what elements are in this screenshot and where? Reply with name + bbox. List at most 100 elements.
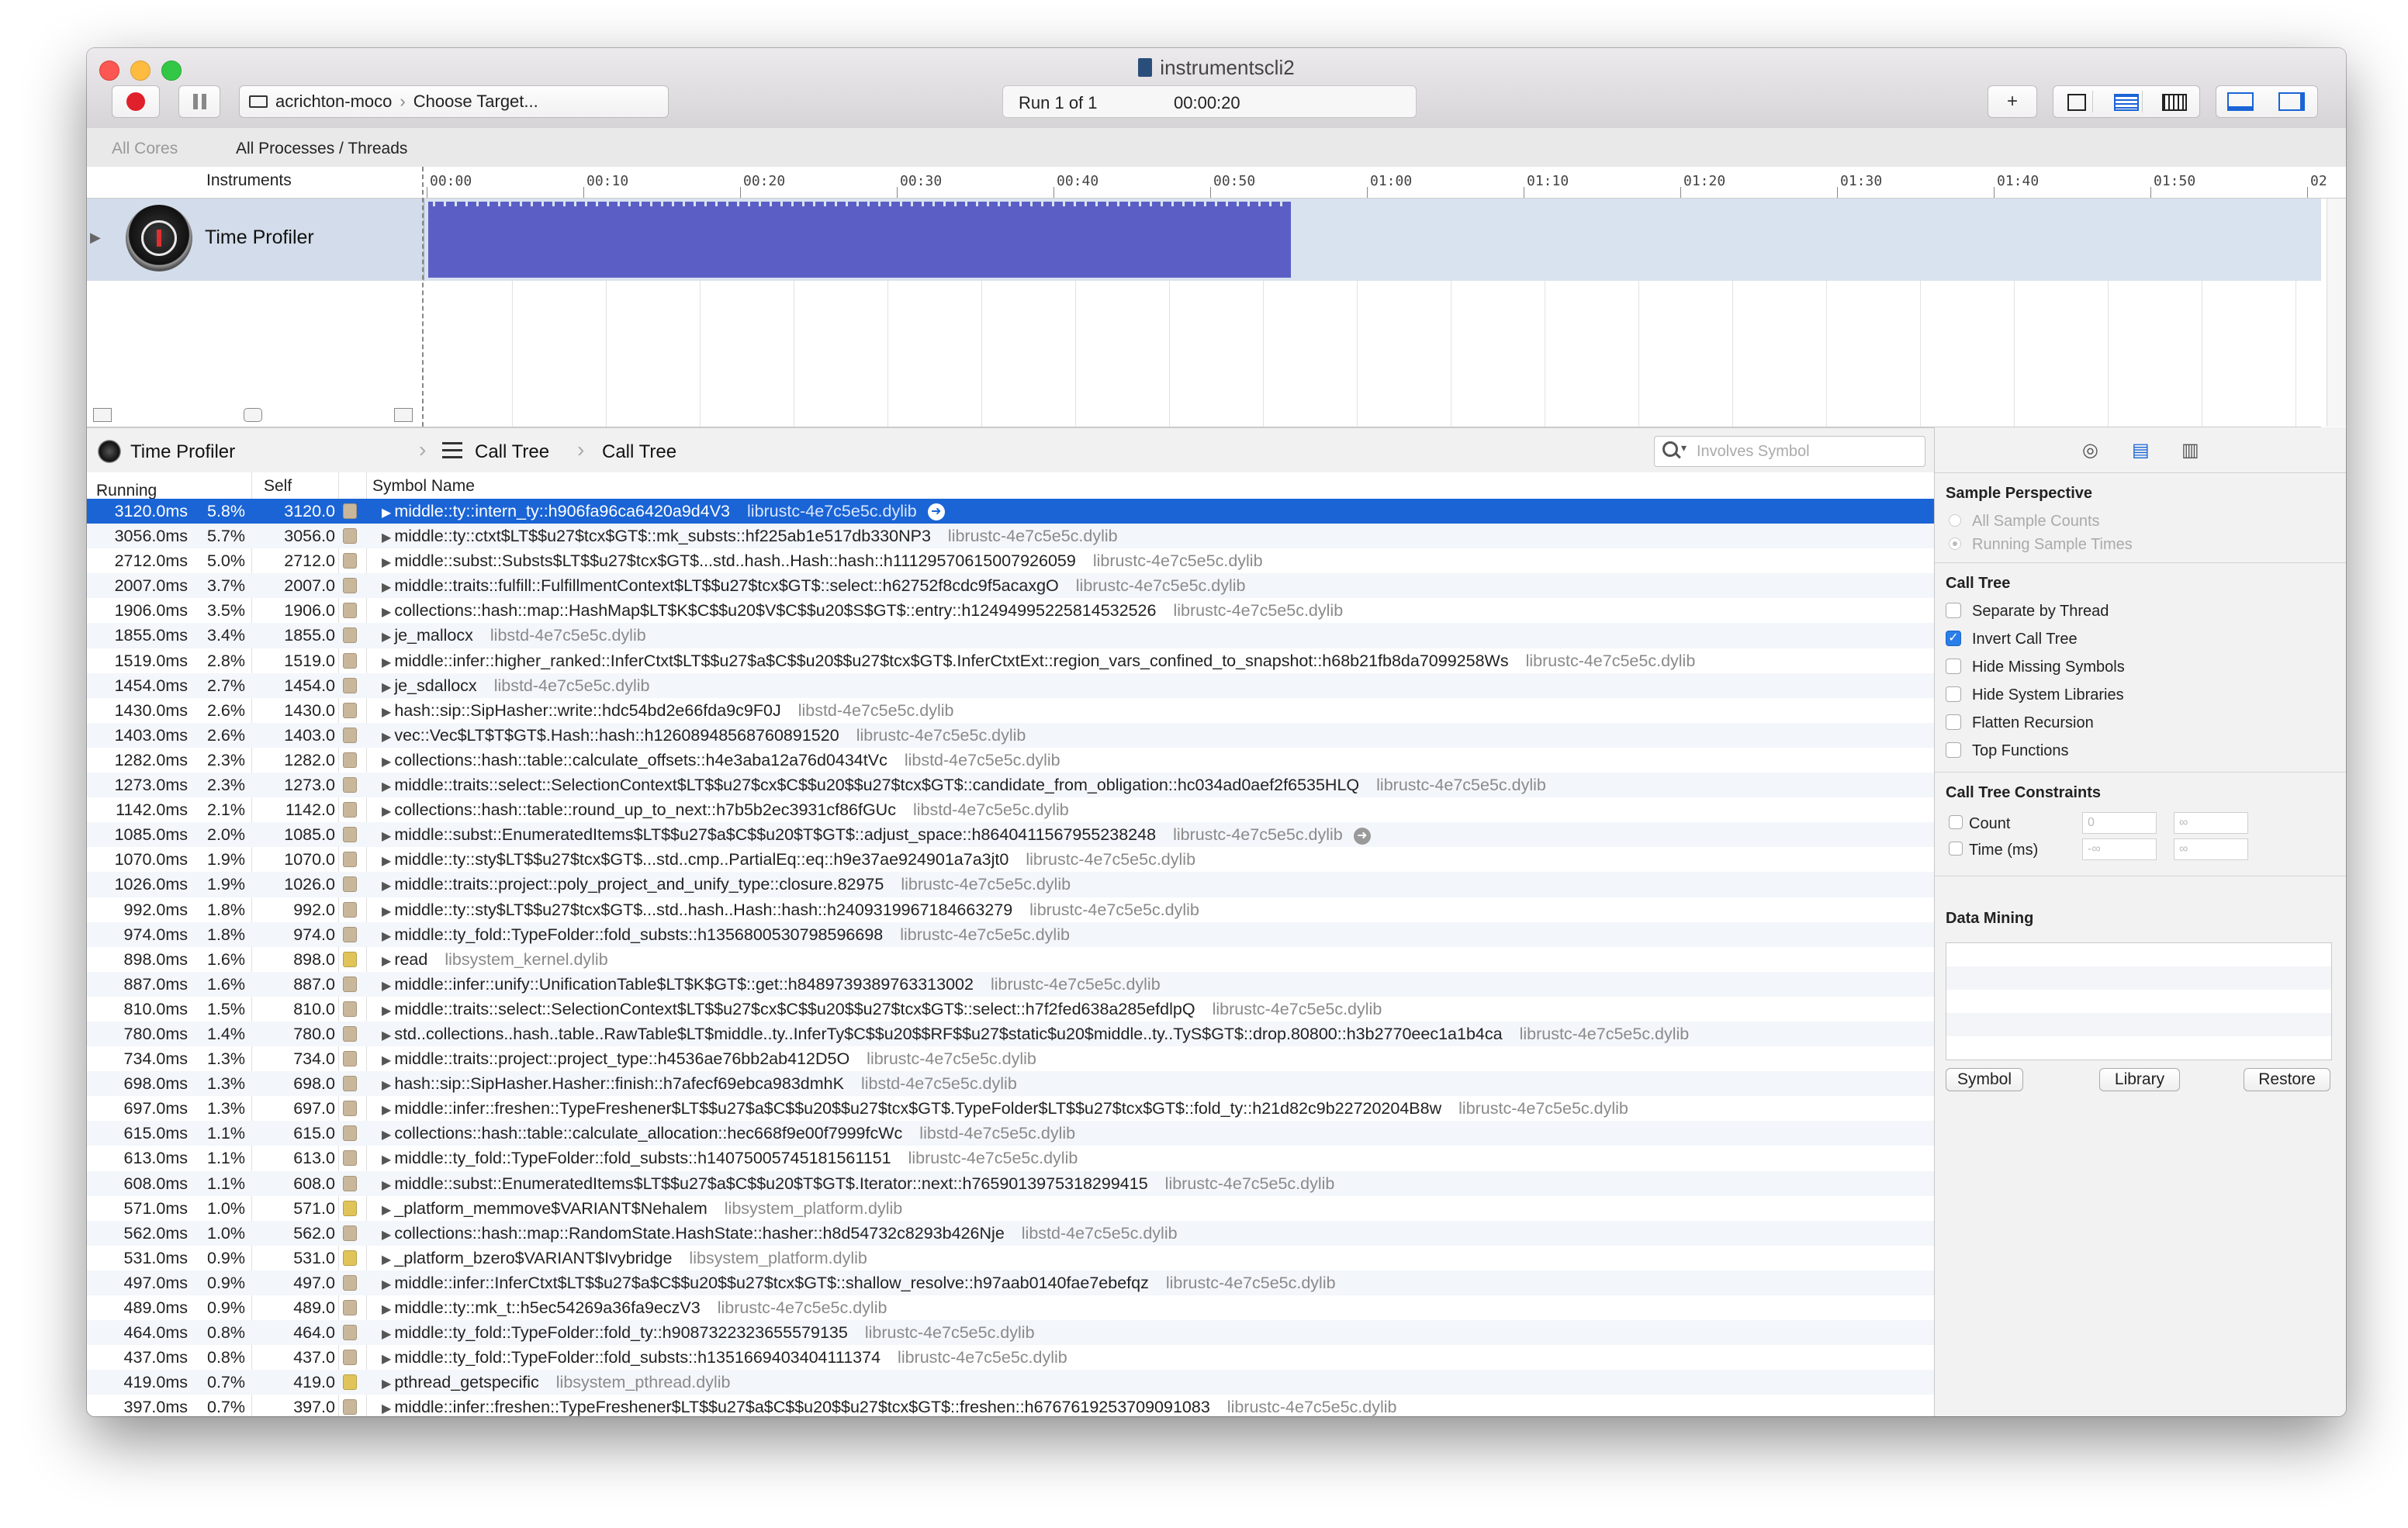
- disclosure-triangle-icon[interactable]: ▶: [382, 1029, 391, 1042]
- all-cores-tab[interactable]: All Cores: [112, 140, 178, 158]
- timeline-ruler[interactable]: Instruments 00:00 00:10 00:20 00:30 00:40 00:…: [87, 167, 2346, 199]
- focus-arrow-icon[interactable]: ➜: [927, 503, 945, 521]
- radio-button-selected[interactable]: [1949, 538, 1961, 550]
- disclosure-triangle-icon[interactable]: ▶: [382, 1004, 391, 1018]
- strategy-button[interactable]: [2061, 91, 2093, 112]
- graph-fit-icon[interactable]: [394, 408, 413, 422]
- table-row[interactable]: 810.0ms 1.5% 810.0 ▶ middle::traits::select:…: [87, 997, 1934, 1022]
- graph-zoom-icon[interactable]: [93, 408, 112, 422]
- table-row[interactable]: 734.0ms 1.3% 734.0 ▶ middle::traits::project…: [87, 1046, 1934, 1071]
- table-row[interactable]: 615.0ms 1.1% 615.0 ▶ collections::hash::tabl…: [87, 1121, 1934, 1146]
- checkbox[interactable]: [1946, 686, 1961, 702]
- disclosure-triangle-icon[interactable]: ▶: [382, 1153, 391, 1167]
- table-row[interactable]: 562.0ms 1.0% 562.0 ▶ collections::hash::map:…: [87, 1220, 1934, 1246]
- disclosure-triangle-icon[interactable]: ▶: [382, 631, 391, 644]
- data-mining-list[interactable]: [1946, 942, 2332, 1060]
- checkbox[interactable]: [1946, 603, 1961, 618]
- disclosure-triangle-icon[interactable]: ▶: [382, 930, 391, 943]
- extended-detail-button[interactable]: [2159, 91, 2190, 112]
- table-row[interactable]: 898.0ms 1.6% 898.0 ▶ read libsystem_kernel.dy…: [87, 947, 1934, 972]
- record-button[interactable]: [112, 85, 160, 118]
- table-row[interactable]: 437.0ms 0.8% 437.0 ▶ middle::ty_fold::TypeFo…: [87, 1345, 1934, 1370]
- table-row[interactable]: 698.0ms 1.3% 698.0 ▶ hash::sip::SipHasher.Ha…: [87, 1071, 1934, 1097]
- restore-button[interactable]: Restore: [2244, 1068, 2330, 1091]
- checkbox[interactable]: [1946, 659, 1961, 674]
- table-row[interactable]: 497.0ms 0.9% 497.0 ▶ middle::infer::InferCtx…: [87, 1270, 1934, 1295]
- all-sample-counts-option[interactable]: All Sample Counts: [1949, 513, 2100, 531]
- disclosure-triangle-icon[interactable]: ▶: [382, 656, 391, 669]
- all-processes-tab[interactable]: All Processes / Threads: [236, 140, 407, 158]
- breadcrumb-call-tree[interactable]: Call Tree: [475, 441, 549, 463]
- separate-by-thread-option[interactable]: Separate by Thread: [1946, 603, 2109, 621]
- table-row[interactable]: 992.0ms 1.8% 992.0 ▶ middle::ty::sty$LT$$u27…: [87, 897, 1934, 922]
- table-row[interactable]: 531.0ms 0.9% 531.0 ▶ _platform_bzero$VARIANT…: [87, 1246, 1934, 1270]
- radio-button[interactable]: [1949, 514, 1961, 527]
- disclosure-triangle-icon[interactable]: ▶: [382, 1253, 391, 1267]
- disclosure-triangle-icon[interactable]: ▶: [382, 731, 391, 744]
- flatten-recursion-option[interactable]: Flatten Recursion: [1946, 714, 2094, 732]
- disclosure-triangle-icon[interactable]: ▶: [382, 506, 391, 520]
- call-tree-menu-icon[interactable]: [442, 442, 462, 463]
- library-button[interactable]: Library: [2099, 1068, 2180, 1091]
- disclosure-triangle-icon[interactable]: ▶: [382, 606, 391, 619]
- time-min-field[interactable]: -∞: [2082, 838, 2157, 860]
- disclosure-triangle-icon[interactable]: ▶: [382, 1079, 391, 1092]
- disclosure-triangle-icon[interactable]: ▶: [382, 706, 391, 719]
- checkbox[interactable]: [1946, 714, 1961, 730]
- table-row[interactable]: 397.0ms 0.7% 397.0 ▶ middle::infer::freshen:…: [87, 1395, 1934, 1416]
- hide-missing-symbols-option[interactable]: Hide Missing Symbols: [1946, 659, 2125, 676]
- self-column-header[interactable]: Self: [264, 477, 292, 496]
- disclosure-triangle-icon[interactable]: ▶: [382, 1179, 391, 1192]
- toggle-right-panel-icon[interactable]: [2278, 92, 2305, 111]
- table-row[interactable]: 3120.0ms 5.8% 3120.0 ▶ middle::ty::intern_ty…: [87, 499, 1934, 524]
- disclosure-triangle-icon[interactable]: ▶: [382, 780, 391, 793]
- symbol-name-column-header[interactable]: Symbol Name: [372, 477, 475, 496]
- table-row[interactable]: 1430.0ms 2.6% 1430.0 ▶ hash::sip::SipHasher:…: [87, 698, 1934, 723]
- table-row[interactable]: 464.0ms 0.8% 464.0 ▶ middle::ty_fold::TypeFo…: [87, 1320, 1934, 1346]
- disclosure-triangle-icon[interactable]: ▶: [382, 1303, 391, 1316]
- disclosure-triangle-icon[interactable]: ▶: [382, 1229, 391, 1242]
- table-row[interactable]: 3056.0ms 5.7% 3056.0 ▶ middle::ty::ctxt$LT$$…: [87, 524, 1934, 549]
- table-row[interactable]: 2712.0ms 5.0% 2712.0 ▶ middle::subst::Substs…: [87, 548, 1934, 573]
- disclosure-triangle-icon[interactable]: ▶: [382, 830, 391, 843]
- table-row[interactable]: 2007.0ms 3.7% 2007.0 ▶ middle::traits::fulfi…: [87, 573, 1934, 599]
- symbol-button[interactable]: Symbol: [1946, 1068, 2023, 1091]
- disclosure-triangle-icon[interactable]: ▶: [382, 805, 391, 818]
- table-row[interactable]: 1519.0ms 2.8% 1519.0 ▶ middle::infer::higher…: [87, 648, 1934, 673]
- checkbox[interactable]: [1949, 815, 1963, 829]
- count-max-field[interactable]: ∞: [2174, 812, 2248, 834]
- disclosure-triangle-icon[interactable]: ▶: [382, 1353, 391, 1366]
- disclosure-triangle-icon[interactable]: ▶: [382, 1054, 391, 1067]
- disclosure-triangle-icon[interactable]: ▶: [382, 556, 391, 569]
- table-row[interactable]: 1454.0ms 2.7% 1454.0 ▶ je_sdallocx libstd-4e7…: [87, 672, 1934, 698]
- table-row[interactable]: 489.0ms 0.9% 489.0 ▶ middle::ty::mk_t::h5ec5…: [87, 1295, 1934, 1320]
- disclosure-triangle-icon[interactable]: ▶: [382, 1278, 391, 1291]
- record-settings-icon[interactable]: ◎: [2082, 439, 2102, 461]
- focus-arrow-icon[interactable]: ➜: [1353, 827, 1371, 845]
- table-row[interactable]: 613.0ms 1.1% 613.0 ▶ middle::ty_fold::TypeFo…: [87, 1146, 1934, 1170]
- disclosure-triangle-icon[interactable]: ▶: [382, 1104, 391, 1117]
- count-constraint[interactable]: Count: [1949, 815, 2010, 833]
- timeline-scrollbar[interactable]: [2327, 199, 2346, 427]
- disclosure-triangle-icon[interactable]: ▶: [382, 1328, 391, 1341]
- disclosure-triangle-icon[interactable]: ▶: [382, 755, 391, 769]
- table-row[interactable]: 419.0ms 0.7% 419.0 ▶ pthread_getspecific libs…: [87, 1370, 1934, 1395]
- table-row[interactable]: 1282.0ms 2.3% 1282.0 ▶ collections::hash::ta…: [87, 748, 1934, 773]
- disclosure-triangle-icon[interactable]: ▶: [382, 531, 391, 544]
- breadcrumb-time-profiler[interactable]: Time Profiler: [130, 441, 235, 463]
- detail-view-button[interactable]: [2111, 91, 2143, 112]
- disclosure-triangle-icon[interactable]: ▶: [382, 1204, 391, 1217]
- table-row[interactable]: 1273.0ms 2.3% 1273.0 ▶ middle::traits::selec…: [87, 773, 1934, 798]
- table-row[interactable]: 1070.0ms 1.9% 1070.0 ▶ middle::ty::sty$LT$$u…: [87, 847, 1934, 872]
- table-row[interactable]: 1855.0ms 3.4% 1855.0 ▶ je_mallocx libstd-4e7c…: [87, 623, 1934, 648]
- checkbox[interactable]: [1946, 742, 1961, 758]
- disclosure-triangle-icon[interactable]: ▶: [382, 980, 391, 993]
- top-functions-option[interactable]: Top Functions: [1946, 742, 2069, 760]
- table-row[interactable]: 1026.0ms 1.9% 1026.0 ▶ middle::traits::proje…: [87, 872, 1934, 897]
- disclosure-triangle-icon[interactable]: ▶: [382, 1129, 391, 1142]
- table-row[interactable]: 1906.0ms 3.5% 1906.0 ▶ collections::hash::ma…: [87, 598, 1934, 623]
- table-row[interactable]: 697.0ms 1.3% 697.0 ▶ middle::infer::freshen:…: [87, 1096, 1934, 1121]
- table-row[interactable]: 974.0ms 1.8% 974.0 ▶ middle::ty_fold::TypeFo…: [87, 921, 1934, 947]
- toggle-bottom-panel-icon[interactable]: [2227, 92, 2254, 111]
- invert-call-tree-option[interactable]: ✓ Invert Call Tree: [1946, 631, 2078, 648]
